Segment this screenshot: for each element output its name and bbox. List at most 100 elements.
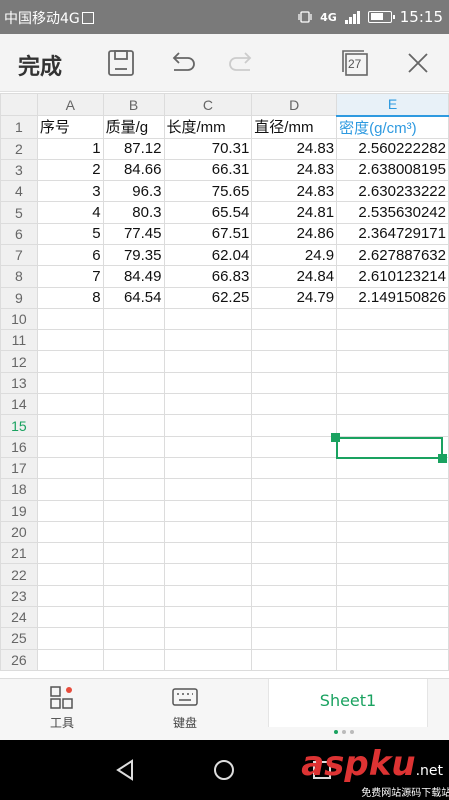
- row-header[interactable]: 7: [0, 243, 38, 267]
- cell[interactable]: 3: [36, 180, 104, 203]
- back-icon[interactable]: [112, 756, 140, 784]
- cell[interactable]: [163, 414, 253, 437]
- cell[interactable]: 密度(g/cm³): [336, 115, 449, 139]
- selection-handle-top-left[interactable]: [331, 433, 340, 442]
- row-header[interactable]: 12: [0, 350, 38, 373]
- cell[interactable]: 8: [36, 286, 104, 309]
- cell[interactable]: [336, 393, 449, 416]
- cell[interactable]: [102, 542, 165, 565]
- cell[interactable]: [36, 307, 104, 331]
- row-header[interactable]: 21: [0, 542, 38, 565]
- cell[interactable]: [163, 435, 253, 458]
- cell[interactable]: [163, 648, 253, 671]
- cell[interactable]: [36, 414, 104, 437]
- cell[interactable]: [102, 350, 165, 373]
- cell[interactable]: [336, 542, 449, 565]
- cell[interactable]: 62.04: [163, 243, 253, 267]
- tools-button[interactable]: 工具: [22, 685, 102, 731]
- cell[interactable]: [336, 563, 449, 586]
- undo-icon[interactable]: [166, 48, 196, 78]
- row-header[interactable]: 15: [0, 414, 38, 437]
- cell[interactable]: 2.364729171: [336, 222, 449, 245]
- cell[interactable]: [163, 606, 253, 629]
- row-header[interactable]: 22: [0, 563, 38, 586]
- cell[interactable]: [163, 542, 253, 565]
- cell[interactable]: 2.630233222: [336, 180, 449, 203]
- corner-cell[interactable]: [0, 93, 38, 116]
- column-header-b[interactable]: B: [102, 93, 165, 116]
- cell[interactable]: [36, 563, 104, 586]
- cell[interactable]: 84.49: [102, 265, 165, 288]
- row-header[interactable]: 14: [0, 393, 38, 416]
- row-header[interactable]: 6: [0, 222, 38, 245]
- cell[interactable]: [36, 435, 104, 458]
- cell[interactable]: 2: [36, 158, 104, 182]
- cell[interactable]: 5: [36, 222, 104, 245]
- cell[interactable]: 2.638008195: [336, 158, 449, 182]
- cell[interactable]: [102, 584, 165, 608]
- cell[interactable]: [251, 307, 338, 331]
- cell[interactable]: [36, 584, 104, 608]
- column-header-a[interactable]: A: [36, 93, 104, 116]
- cell[interactable]: [251, 371, 338, 395]
- cell[interactable]: [251, 542, 338, 565]
- cell[interactable]: 79.35: [102, 243, 165, 267]
- cell[interactable]: [251, 584, 338, 608]
- cell[interactable]: [102, 435, 165, 458]
- cell[interactable]: [102, 520, 165, 544]
- row-header[interactable]: 20: [0, 520, 38, 544]
- row-header[interactable]: 26: [0, 648, 38, 671]
- cell[interactable]: 80.3: [102, 201, 165, 224]
- row-header[interactable]: 3: [0, 158, 38, 182]
- cell[interactable]: 序号: [36, 115, 104, 139]
- home-icon[interactable]: [210, 756, 238, 784]
- row-header[interactable]: 17: [0, 456, 38, 480]
- row-header[interactable]: 16: [0, 435, 38, 458]
- cell[interactable]: [251, 393, 338, 416]
- keyboard-button[interactable]: 键盘: [145, 685, 225, 731]
- row-header[interactable]: 10: [0, 307, 38, 331]
- cell[interactable]: [102, 393, 165, 416]
- cell[interactable]: [163, 499, 253, 522]
- cell[interactable]: [336, 520, 449, 544]
- selection-handle-bottom-right[interactable]: [438, 454, 447, 463]
- cell[interactable]: [36, 606, 104, 629]
- cell[interactable]: 24.79: [251, 286, 338, 309]
- cell[interactable]: [251, 456, 338, 480]
- redo-icon[interactable]: [228, 48, 258, 78]
- column-header-d[interactable]: D: [251, 93, 338, 116]
- cell[interactable]: 24.83: [251, 158, 338, 182]
- cell[interactable]: [36, 627, 104, 650]
- row-header[interactable]: 5: [0, 201, 38, 224]
- cell[interactable]: [163, 329, 253, 352]
- row-header[interactable]: 13: [0, 371, 38, 395]
- cell[interactable]: [102, 371, 165, 395]
- cell[interactable]: 96.3: [102, 180, 165, 203]
- cell[interactable]: 24.83: [251, 137, 338, 160]
- cell[interactable]: 6: [36, 243, 104, 267]
- cell[interactable]: [102, 648, 165, 671]
- cell[interactable]: 77.45: [102, 222, 165, 245]
- cell[interactable]: [251, 520, 338, 544]
- cell[interactable]: [36, 478, 104, 501]
- cell[interactable]: [163, 350, 253, 373]
- cell[interactable]: [36, 371, 104, 395]
- cell[interactable]: 24.86: [251, 222, 338, 245]
- row-header[interactable]: 11: [0, 329, 38, 352]
- column-header-c[interactable]: C: [163, 93, 253, 116]
- spreadsheet-grid[interactable]: A B C D E 1 序号 质量/g 长度/mm 直径/mm 密度(g/cm³…: [0, 93, 449, 678]
- cell[interactable]: [251, 499, 338, 522]
- cell[interactable]: [251, 414, 338, 437]
- sheet-tab-sheet1[interactable]: Sheet1: [268, 679, 428, 727]
- row-header[interactable]: 19: [0, 499, 38, 522]
- cell[interactable]: [251, 648, 338, 671]
- cell[interactable]: [251, 606, 338, 629]
- close-icon[interactable]: [403, 48, 433, 78]
- cell[interactable]: 75.65: [163, 180, 253, 203]
- cell[interactable]: [102, 329, 165, 352]
- cell[interactable]: [163, 307, 253, 331]
- cell[interactable]: 70.31: [163, 137, 253, 160]
- done-button[interactable]: 完成: [18, 49, 62, 81]
- cell[interactable]: 65.54: [163, 201, 253, 224]
- row-header[interactable]: 24: [0, 606, 38, 629]
